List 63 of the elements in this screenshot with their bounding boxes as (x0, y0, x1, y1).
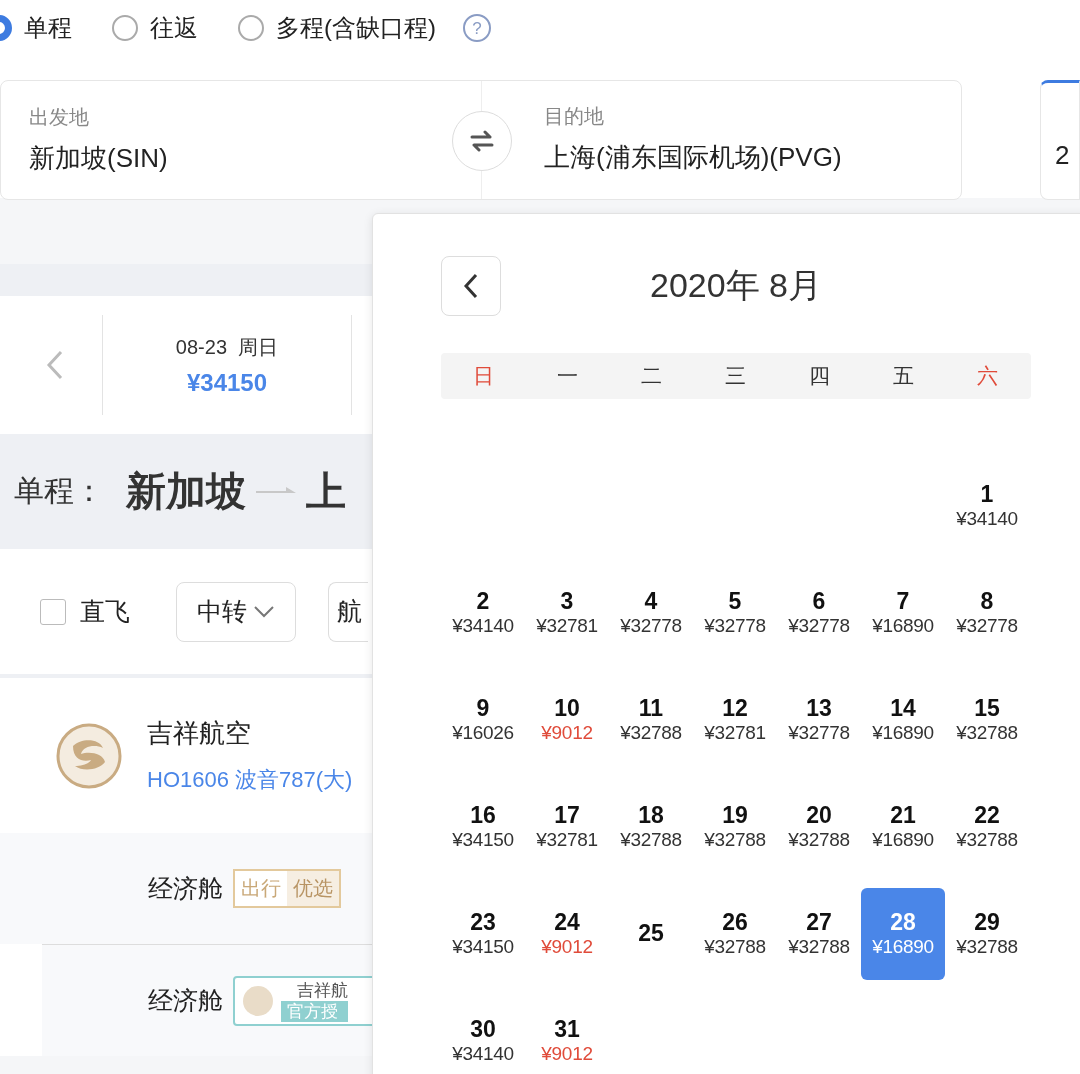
direct-checkbox[interactable]: 直飞 (40, 595, 130, 628)
weekday-label: 三 (723, 363, 747, 389)
calendar-day[interactable]: 24 ¥9012 (525, 887, 609, 980)
calendar-day[interactable]: 18 ¥32788 (609, 780, 693, 873)
weekday-label: 一 (555, 363, 579, 389)
chevron-left-icon (463, 272, 479, 299)
calendar-day[interactable]: 25 (609, 887, 693, 980)
date-field[interactable]: 2 (1040, 80, 1080, 200)
calendar-day[interactable]: 15 ¥32788 (945, 673, 1029, 766)
preferred-tag: 出行 优选 (233, 869, 341, 908)
swap-arrows-icon (469, 130, 495, 152)
calendar-day[interactable]: 4 ¥32778 (609, 566, 693, 659)
weekday-label: 五 (891, 363, 915, 389)
destination-city: 上 (306, 468, 346, 515)
official-tag: 吉祥航 官方授 (233, 975, 372, 1026)
calendar-day[interactable]: 1 ¥34140 (945, 459, 1029, 552)
trip-type-radio[interactable]: 多程(含缺口程) (238, 12, 436, 44)
calendar-day[interactable]: 19 ¥32788 (693, 780, 777, 873)
calendar-day[interactable]: 5 ¥32778 (693, 566, 777, 659)
flight-number-link[interactable]: HO1606 波音787(大) (147, 765, 353, 795)
calendar-day[interactable]: 26 ¥32788 (693, 887, 777, 980)
calendar-day[interactable]: 16 ¥34150 (441, 780, 525, 873)
calendar-day[interactable]: 23 ¥34150 (441, 887, 525, 980)
date-tab[interactable]: 08-23 周日 ¥34150 (103, 333, 351, 397)
calendar-day[interactable]: 20 ¥32788 (777, 780, 861, 873)
trip-type-radio[interactable]: 单程 (0, 12, 72, 44)
departure-field[interactable]: 出发地 新加坡(SIN) (29, 104, 168, 176)
calendar-day[interactable]: 11 ¥32788 (609, 673, 693, 766)
calendar-day[interactable]: 29 ¥32788 (945, 887, 1029, 980)
calendar-day[interactable]: 30 ¥34140 (441, 994, 525, 1074)
arrival-field[interactable]: 目的地 上海(浦东国际机场)(PVG) (544, 103, 842, 175)
calendar-day[interactable]: 7 ¥16890 (861, 566, 945, 659)
calendar-day[interactable]: 28 ¥16890 (861, 887, 945, 980)
calendar-day[interactable]: 17 ¥32781 (525, 780, 609, 873)
airline-name: 吉祥航空 (147, 717, 252, 750)
calendar-day[interactable]: 31 ¥9012 (525, 994, 609, 1074)
calendar-day[interactable]: 21 ¥16890 (861, 780, 945, 873)
weekday-label: 日 (471, 363, 495, 389)
calendar-day[interactable]: 22 ¥32788 (945, 780, 1029, 873)
cabin-class: 经济舱 (148, 985, 223, 1016)
calendar-day[interactable]: 9 ¥16026 (441, 673, 525, 766)
calendar-day[interactable]: 10 ¥9012 (525, 673, 609, 766)
airline-dropdown[interactable]: 航 (328, 581, 368, 642)
cabin-class: 经济舱 (148, 873, 223, 904)
calendar-day[interactable]: 13 ¥32778 (777, 673, 861, 766)
calendar-day[interactable]: 14 ¥16890 (861, 673, 945, 766)
trip-type-radio[interactable]: 往返 (112, 12, 198, 44)
calendar-day[interactable]: 2 ¥34140 (441, 566, 525, 659)
previous-month-button[interactable] (441, 255, 501, 316)
airline-logo-icon (55, 721, 123, 790)
calendar-day[interactable]: 3 ¥32781 (525, 566, 609, 659)
transfer-dropdown[interactable]: 中转 (176, 581, 296, 642)
trip-type-label: 单程： (14, 473, 104, 509)
calendar-day[interactable]: 27 ¥32788 (777, 887, 861, 980)
calendar-day[interactable]: 8 ¥32778 (945, 566, 1029, 659)
calendar-day[interactable]: 6 ¥32778 (777, 566, 861, 659)
weekday-label: 四 (807, 363, 831, 389)
weekday-label: 六 (975, 363, 999, 389)
origin-city: 新加坡 (126, 468, 246, 515)
weekday-label: 二 (639, 363, 663, 389)
month-title: 2020年 8月 (649, 264, 823, 306)
chevron-down-icon (253, 604, 275, 619)
calendar-day[interactable]: 12 ¥32781 (693, 673, 777, 766)
